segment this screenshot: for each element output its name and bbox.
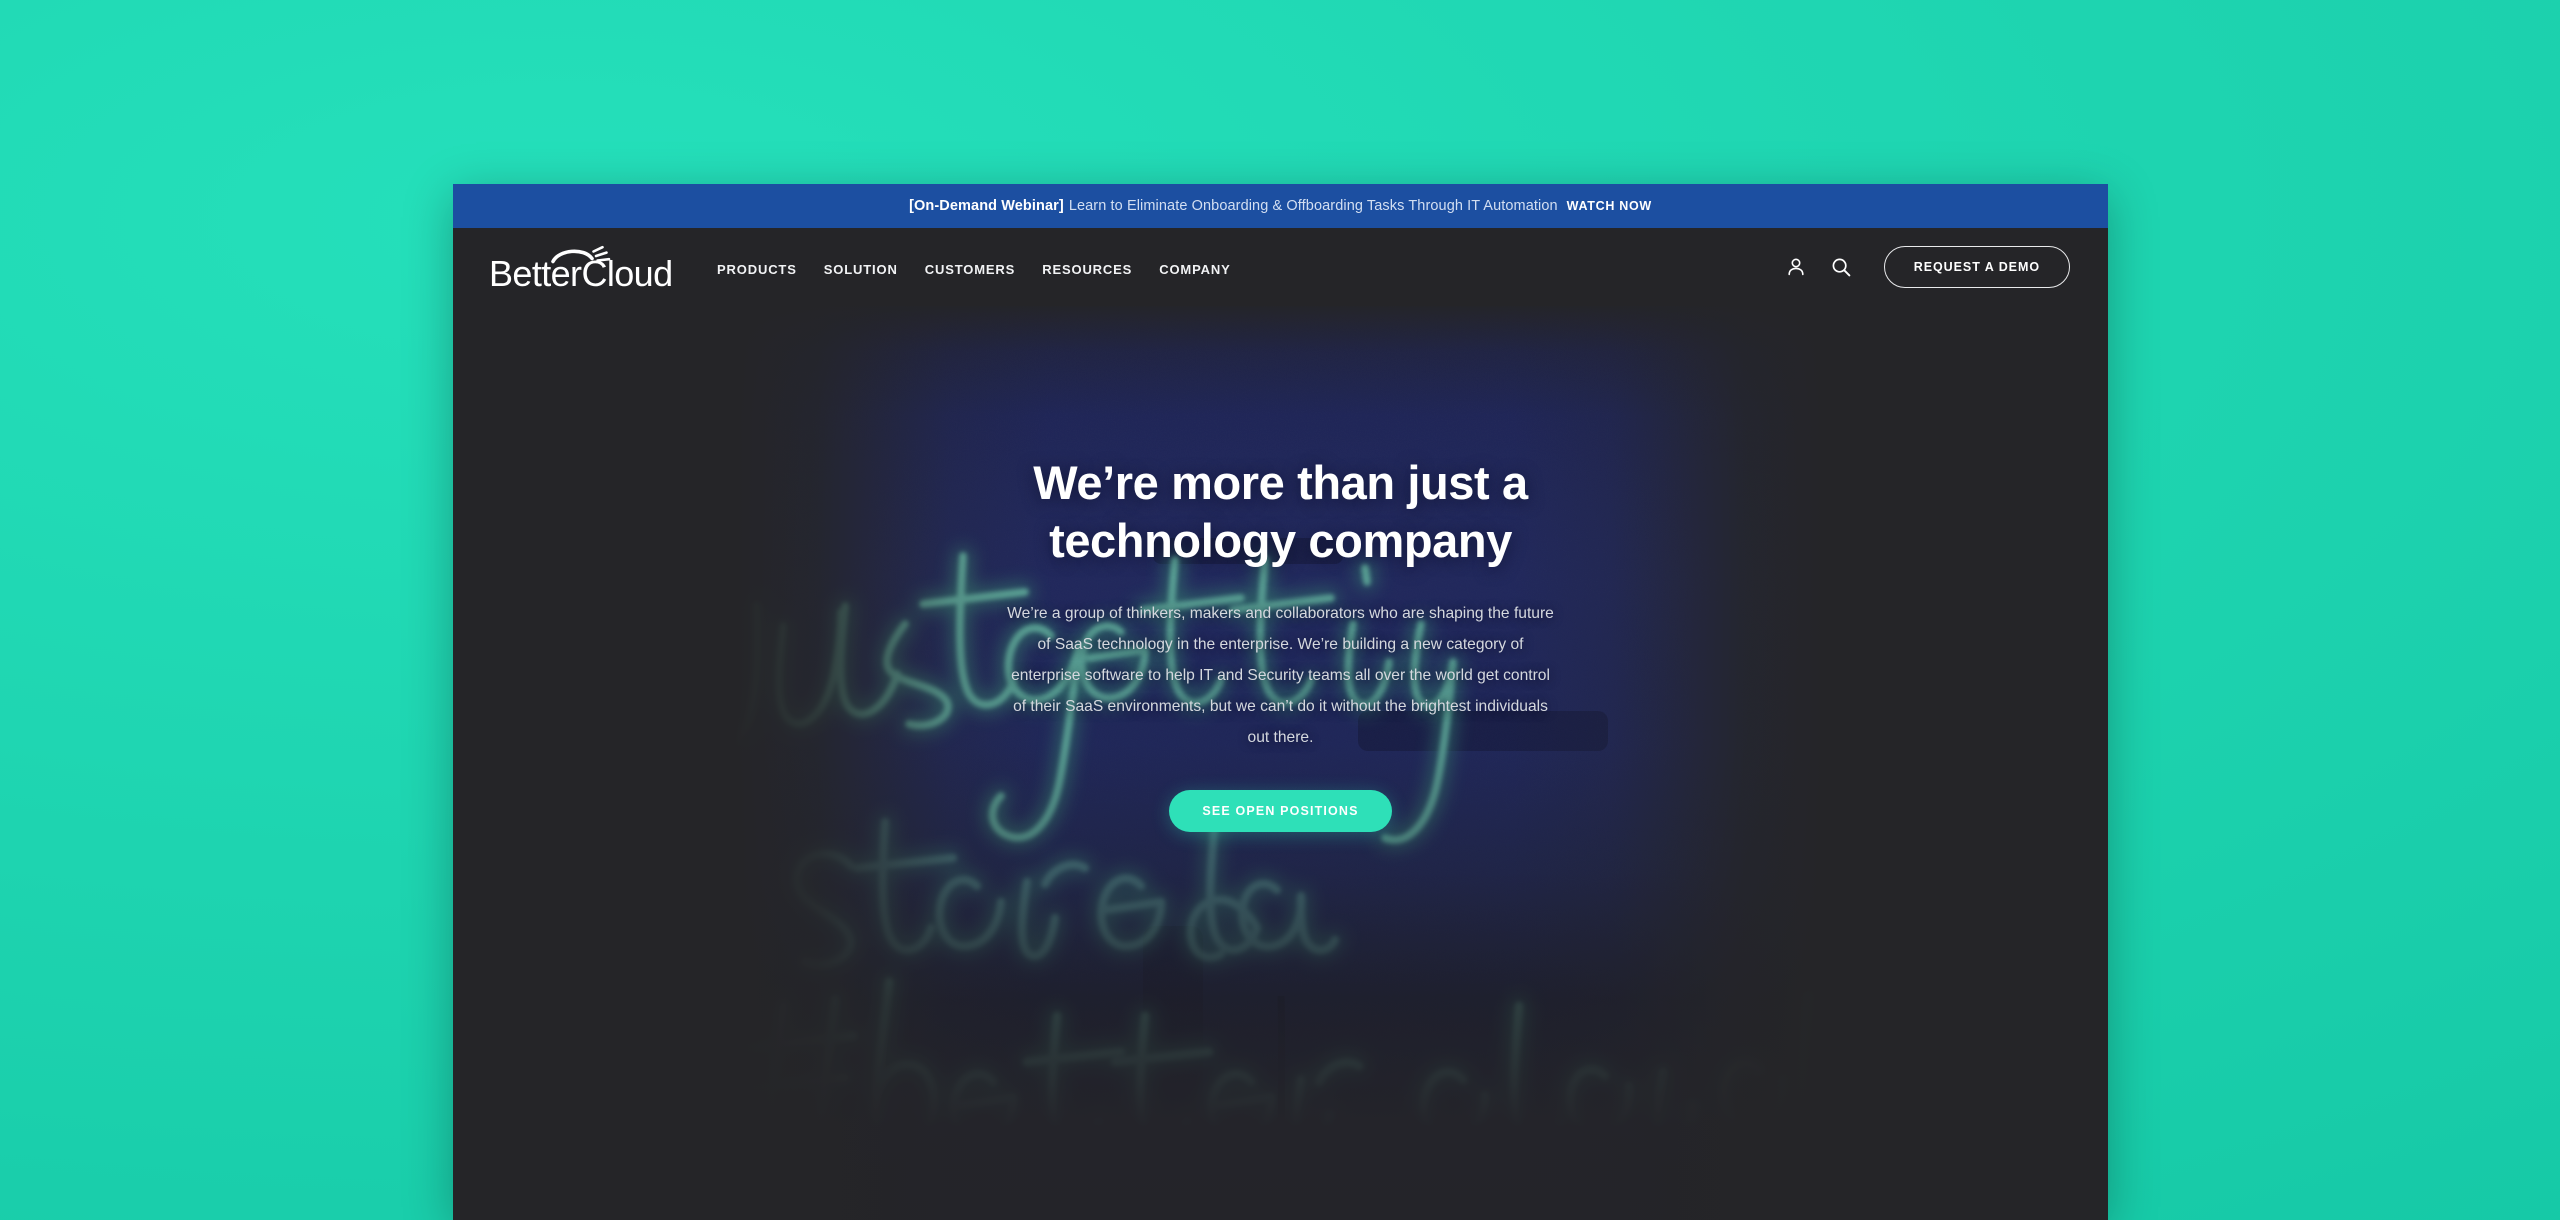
hero-section: We’re more than just a technology compan… (453, 306, 2108, 1220)
banner-watch-now-link[interactable]: WATCH NOW (1567, 199, 1652, 213)
nav-item-solution[interactable]: SOLUTION (824, 262, 898, 277)
primary-navigation: PRODUCTS SOLUTION CUSTOMERS RESOURCES CO… (717, 258, 1231, 277)
request-a-demo-button[interactable]: REQUEST A DEMO (1883, 246, 2070, 288)
nav-item-customers[interactable]: CUSTOMERS (925, 262, 1015, 277)
see-open-positions-button[interactable]: SEE OPEN POSITIONS (1169, 789, 1392, 832)
announcement-banner[interactable]: [On-Demand Webinar] Learn to Eliminate O… (453, 184, 2108, 228)
banner-message: Learn to Eliminate Onboarding & Offboard… (1068, 198, 1558, 214)
person-icon[interactable] (1784, 255, 1808, 279)
announcement-banner-content: [On-Demand Webinar] Learn to Eliminate O… (909, 198, 1652, 214)
nav-item-products[interactable]: PRODUCTS (717, 262, 797, 277)
bettercloud-logo[interactable]: BetterCloud (489, 244, 681, 292)
hero-title: We’re more than just a technology compan… (1033, 456, 1528, 567)
banner-tag: [On-Demand Webinar] (909, 198, 1064, 214)
search-icon[interactable] (1829, 255, 1853, 279)
browser-window: [On-Demand Webinar] Learn to Eliminate O… (453, 184, 2108, 1220)
site-header: BetterCloud PRODUCTS SOLUTION CUSTOMERS … (453, 228, 2108, 306)
svg-text:BetterCloud: BetterCloud (489, 253, 673, 292)
hero-paragraph: We’re a group of thinkers, makers and co… (1007, 604, 1554, 747)
nav-item-company[interactable]: COMPANY (1159, 262, 1230, 277)
header-actions: REQUEST A DEMO (1784, 246, 2070, 288)
hero-content: We’re more than just a technology compan… (453, 306, 2108, 832)
nav-item-resources[interactable]: RESOURCES (1042, 262, 1132, 277)
